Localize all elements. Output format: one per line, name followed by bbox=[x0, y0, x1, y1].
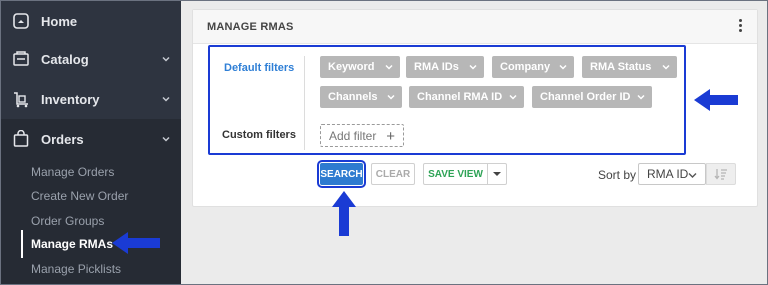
catalog-icon bbox=[11, 49, 31, 69]
filter-chip-label: RMA IDs bbox=[414, 61, 459, 73]
sort-by-select[interactable]: RMA ID bbox=[638, 163, 706, 185]
sidebar-item-label: Home bbox=[41, 13, 78, 29]
clear-button[interactable]: CLEAR bbox=[371, 163, 415, 185]
chevron-down-icon bbox=[662, 64, 670, 70]
active-indicator bbox=[21, 230, 23, 258]
filter-chip-keyword[interactable]: Keyword bbox=[320, 56, 400, 78]
filter-chip-rma-status[interactable]: RMA Status bbox=[582, 56, 677, 78]
chevron-down-icon bbox=[509, 94, 517, 100]
filter-chip-channel-rma-id[interactable]: Channel RMA ID bbox=[409, 86, 524, 108]
sort-by-value: RMA ID bbox=[647, 167, 689, 181]
chevron-down-icon bbox=[387, 94, 395, 100]
chevron-down-icon bbox=[469, 64, 477, 70]
sidebar-item-label: Inventory bbox=[41, 91, 100, 107]
filters-divider bbox=[304, 56, 305, 150]
sidebar-item-inventory[interactable]: Inventory bbox=[1, 79, 181, 119]
filter-chip-label: Company bbox=[500, 61, 551, 73]
card-header: MANAGE RMAS bbox=[193, 10, 757, 44]
annotation-arrow-left-icon bbox=[694, 89, 738, 111]
submenu-item-create-new-order[interactable]: Create New Order bbox=[31, 189, 128, 203]
sidebar-item-label: Catalog bbox=[41, 51, 89, 67]
plus-icon: + bbox=[386, 128, 395, 145]
submenu-item-manage-orders[interactable]: Manage Orders bbox=[31, 165, 114, 179]
filter-chip-label: Channel Order ID bbox=[540, 91, 631, 103]
shopping-bag-icon bbox=[11, 129, 31, 149]
add-filter-button[interactable]: Add filter + bbox=[320, 124, 404, 147]
sidebar-item-catalog[interactable]: Catalog bbox=[1, 39, 181, 79]
sidebar-item-home[interactable]: Home bbox=[1, 1, 181, 41]
submenu-item-manage-rmas[interactable]: Manage RMAs bbox=[31, 237, 113, 251]
filter-chip-label: RMA Status bbox=[590, 61, 652, 73]
filter-chip-label: Channel RMA ID bbox=[417, 91, 503, 103]
inventory-icon bbox=[11, 89, 31, 109]
sort-by-label: Sort by bbox=[598, 168, 637, 182]
chevron-down-icon bbox=[688, 173, 697, 178]
filter-chip-company[interactable]: Company bbox=[492, 56, 574, 78]
more-options-icon[interactable] bbox=[739, 19, 743, 35]
sort-descending-icon bbox=[714, 169, 727, 180]
chevron-down-icon bbox=[162, 136, 170, 142]
custom-filters-label: Custom filters bbox=[222, 129, 296, 141]
add-filter-label: Add filter bbox=[329, 128, 377, 143]
save-view-button[interactable]: SAVE VIEW bbox=[423, 163, 488, 185]
submenu-item-manage-picklists[interactable]: Manage Picklists bbox=[31, 262, 121, 276]
filter-chip-label: Keyword bbox=[328, 61, 375, 73]
default-filters-label[interactable]: Default filters bbox=[224, 62, 294, 74]
filter-chip-rma-ids[interactable]: RMA IDs bbox=[406, 56, 484, 78]
sort-direction-button[interactable] bbox=[706, 163, 736, 185]
page-title: MANAGE RMAS bbox=[207, 21, 294, 33]
filter-chip-channel-order-id[interactable]: Channel Order ID bbox=[532, 86, 652, 108]
chevron-down-icon bbox=[162, 96, 170, 102]
save-view-dropdown-button[interactable] bbox=[487, 163, 507, 185]
chevron-down-icon bbox=[559, 64, 567, 70]
search-button[interactable]: SEARCH bbox=[317, 160, 366, 188]
chevron-down-icon bbox=[637, 94, 645, 100]
annotation-arrow-up-icon bbox=[332, 191, 356, 236]
filter-chip-channels[interactable]: Channels bbox=[320, 86, 402, 108]
annotation-arrow-left-icon bbox=[112, 232, 160, 254]
filter-chip-label: Channels bbox=[328, 91, 378, 103]
sidebar-item-label: Orders bbox=[41, 131, 84, 147]
caret-down-icon bbox=[493, 172, 501, 176]
chevron-down-icon bbox=[385, 64, 393, 70]
home-icon bbox=[11, 11, 31, 31]
submenu-item-order-groups[interactable]: Order Groups bbox=[31, 214, 104, 228]
sidebar-item-orders[interactable]: Orders bbox=[1, 119, 181, 159]
chevron-down-icon bbox=[162, 56, 170, 62]
